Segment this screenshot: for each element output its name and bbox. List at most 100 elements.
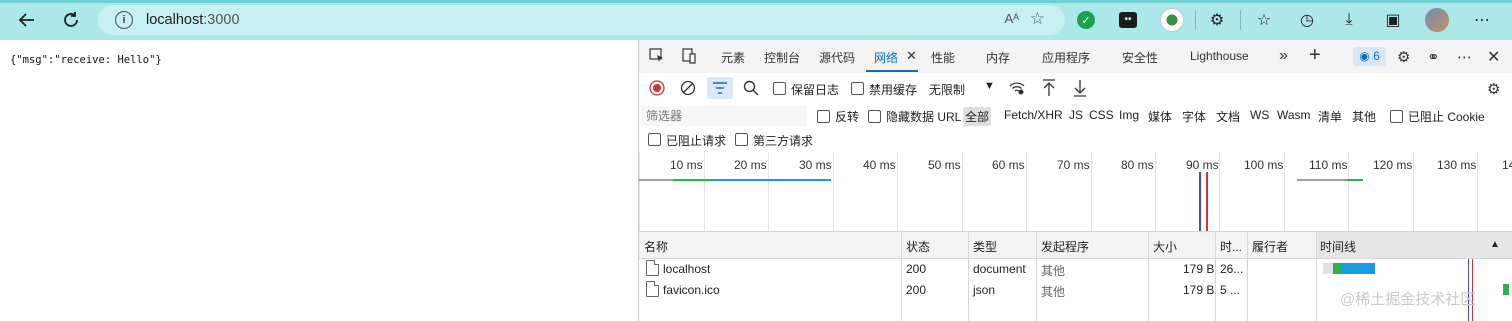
tick-label: 120 ms	[1373, 158, 1413, 172]
tab-lighthouse[interactable]: Lighthouse	[1190, 49, 1249, 63]
load-event-marker	[1206, 172, 1208, 231]
preserve-log-checkbox[interactable]	[773, 82, 786, 95]
back-arrow-icon[interactable]	[16, 9, 38, 31]
type-filter-ws[interactable]: WS	[1250, 108, 1269, 122]
favorites-icon[interactable]: ☆	[1252, 9, 1276, 31]
document-icon	[646, 281, 659, 297]
device-emulation-icon[interactable]	[681, 48, 697, 64]
tick-label: 60 ms	[992, 158, 1025, 172]
request-initiator: 其他	[1041, 285, 1066, 299]
collections-icon[interactable]: ▣	[1381, 9, 1405, 31]
extensions-icon[interactable]: ⚙	[1205, 9, 1229, 31]
preserve-log-label: 保留日志	[791, 83, 840, 97]
more-menu-icon[interactable]: ⋯	[1470, 9, 1494, 31]
grid-line	[897, 152, 898, 231]
more-tabs-icon[interactable]: »	[1279, 47, 1288, 65]
hide-data-urls-checkbox[interactable]	[868, 110, 881, 123]
downloads-icon[interactable]: ⤓	[1337, 9, 1361, 31]
tab-performance[interactable]: 性能	[931, 49, 955, 66]
url-port: :3000	[203, 12, 240, 28]
request-status: 200	[906, 283, 927, 297]
disable-cache-checkbox[interactable]	[851, 82, 864, 95]
column-waterfall[interactable]: 时间线	[1320, 238, 1356, 255]
blocked-cookies-checkbox[interactable]	[1390, 110, 1403, 123]
export-har-icon[interactable]	[1072, 79, 1088, 97]
record-icon[interactable]	[649, 80, 665, 96]
grid-line	[1477, 152, 1478, 231]
refresh-icon[interactable]	[60, 9, 82, 31]
clear-icon[interactable]	[680, 80, 696, 96]
tick-label: 100 ms	[1244, 158, 1284, 172]
tab-application[interactable]: 应用程序	[1042, 49, 1090, 66]
add-tab-icon[interactable]: +	[1309, 44, 1321, 67]
tick-label: 70 ms	[1057, 158, 1090, 172]
sort-ascending-icon[interactable]: ▲	[1490, 239, 1500, 250]
url-host: localhost	[146, 12, 204, 28]
blocked-requests-checkbox[interactable]	[648, 133, 661, 146]
search-icon[interactable]	[743, 80, 759, 96]
type-filter-fetch-xhr[interactable]: Fetch/XHR	[1004, 108, 1063, 122]
more-options-icon[interactable]: ⋯	[1457, 48, 1472, 66]
settings-gear-icon[interactable]: ⚙	[1397, 48, 1410, 66]
request-status: 200	[906, 262, 927, 276]
sync-extension-icon[interactable]	[1160, 8, 1184, 32]
connect-device-icon[interactable]: ⚭	[1427, 48, 1440, 66]
column-size[interactable]: 大小	[1153, 238, 1177, 255]
third-party-checkbox[interactable]	[735, 133, 748, 146]
read-aloud-icon[interactable]: Aᴬ	[1004, 11, 1019, 26]
close-tab-icon[interactable]: ✕	[906, 48, 917, 64]
tab-network[interactable]: 网络	[874, 49, 898, 66]
type-filter-img[interactable]: Img	[1119, 108, 1139, 122]
filter-icon	[713, 82, 727, 94]
tab-memory[interactable]: 内存	[986, 49, 1010, 66]
address-bar[interactable]: i localhost:3000 Aᴬ ☆	[98, 5, 1065, 35]
network-conditions-icon[interactable]	[1009, 80, 1025, 96]
request-size: 179 B	[1183, 262, 1215, 276]
tab-elements[interactable]: 元素	[721, 49, 745, 66]
type-filter-media[interactable]: 媒体	[1148, 108, 1172, 125]
history-icon[interactable]: ◷	[1295, 9, 1319, 31]
chevron-down-icon[interactable]: ▼	[984, 80, 995, 92]
request-name: localhost	[663, 262, 711, 276]
table-row[interactable]: localhost 200 document 其他 179 B 26...	[639, 259, 1512, 279]
type-filter-doc[interactable]: 文档	[1216, 108, 1240, 125]
column-fulfilled-by[interactable]: 履行者	[1252, 238, 1288, 255]
throttling-select[interactable]: 无限制	[929, 81, 965, 98]
network-overview[interactable]: 10 ms 20 ms 30 ms 40 ms 50 ms 60 ms 70 m…	[639, 152, 1512, 232]
filter-input[interactable]	[641, 106, 807, 126]
window-edge	[0, 0, 1512, 3]
inspect-element-icon[interactable]	[649, 48, 665, 64]
column-status[interactable]: 状态	[906, 238, 930, 255]
invert-label: 反转	[835, 110, 860, 124]
type-filter-css[interactable]: CSS	[1089, 108, 1114, 122]
overview-bar-download	[711, 179, 831, 181]
profile-avatar[interactable]	[1425, 8, 1449, 32]
type-filter-other[interactable]: 其他	[1352, 108, 1376, 125]
watermark-text: @稀土掘金技术社区	[1340, 291, 1476, 308]
overview-bar-waiting	[1297, 179, 1347, 181]
tick-label: 14	[1502, 158, 1512, 172]
tab-console[interactable]: 控制台	[764, 49, 800, 66]
tab-sources[interactable]: 源代码	[819, 49, 855, 66]
site-info-icon[interactable]: i	[115, 11, 133, 29]
network-settings-icon[interactable]: ⚙	[1487, 80, 1500, 98]
tab-security[interactable]: 安全性	[1122, 49, 1158, 66]
import-har-icon[interactable]	[1041, 79, 1057, 97]
type-filter-font[interactable]: 字体	[1182, 108, 1206, 125]
close-devtools-icon[interactable]: ✕	[1487, 47, 1500, 67]
column-initiator[interactable]: 发起程序	[1041, 238, 1089, 255]
type-filter-js[interactable]: JS	[1069, 108, 1083, 122]
column-type[interactable]: 类型	[973, 238, 997, 255]
add-favorite-icon[interactable]: ☆	[1030, 9, 1045, 29]
issues-badge[interactable]: ◉ 6	[1353, 47, 1386, 66]
type-filter-manifest[interactable]: 清单	[1318, 108, 1342, 125]
shield-extension-icon[interactable]: ✓	[1074, 9, 1098, 31]
column-time[interactable]: 时...	[1220, 238, 1242, 255]
filter-toggle[interactable]	[707, 77, 733, 99]
column-name[interactable]: 名称	[644, 238, 668, 255]
invert-checkbox[interactable]	[817, 110, 830, 123]
type-filter-all[interactable]: 全部	[963, 107, 992, 126]
tampermonkey-extension-icon[interactable]: ••	[1116, 9, 1140, 31]
url-text[interactable]: localhost:3000	[146, 12, 240, 28]
type-filter-wasm[interactable]: Wasm	[1277, 108, 1311, 122]
